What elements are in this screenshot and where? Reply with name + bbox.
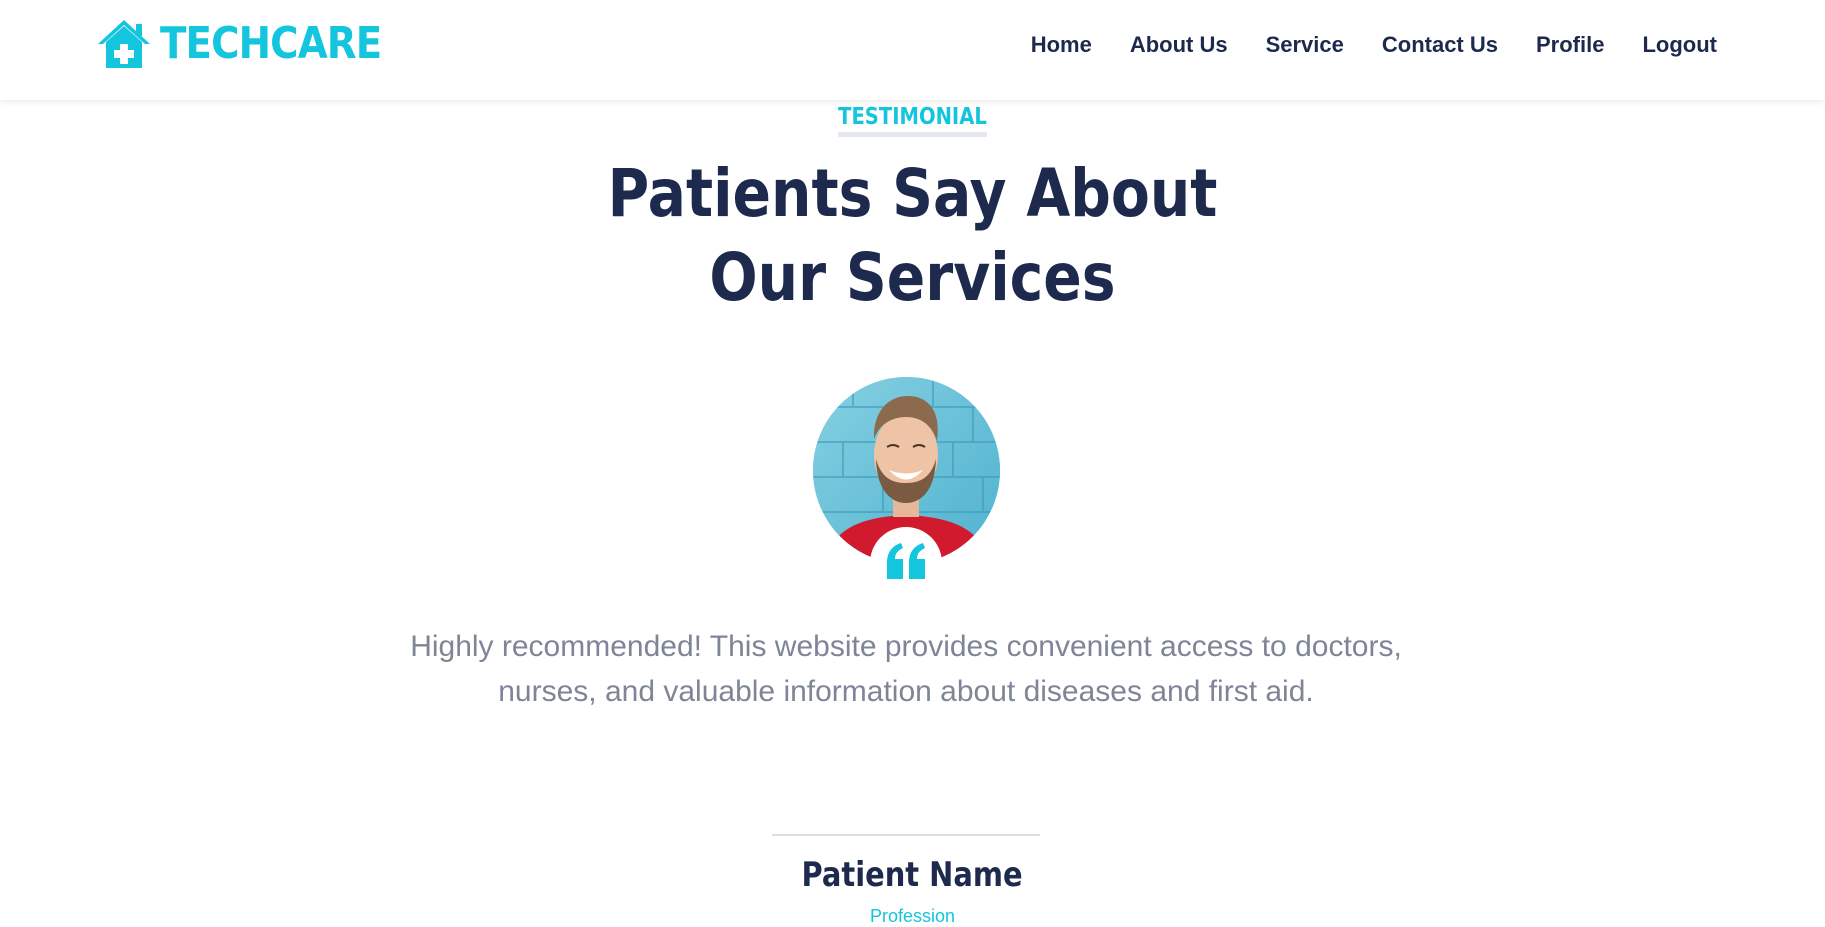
patient-name: Patient Name bbox=[0, 855, 1825, 895]
nav-profile[interactable]: Profile bbox=[1536, 32, 1604, 58]
divider bbox=[772, 834, 1040, 836]
nav-home[interactable]: Home bbox=[1031, 32, 1092, 58]
nav-contact-us[interactable]: Contact Us bbox=[1382, 32, 1498, 58]
patient-avatar-wrapper bbox=[813, 377, 1000, 599]
brand-logo[interactable]: TECHCARE bbox=[96, 18, 411, 70]
heading-line-2: Our Services bbox=[709, 239, 1116, 316]
main-nav: Home About Us Service Contact Us Profile… bbox=[1031, 0, 1717, 90]
nav-logout[interactable]: Logout bbox=[1642, 32, 1717, 58]
quote-left-icon bbox=[885, 542, 927, 584]
section-eyebrow: TESTIMONIAL bbox=[0, 104, 1825, 137]
patient-name-label: Patient Name bbox=[801, 855, 1024, 895]
eyebrow-label: TESTIMONIAL bbox=[838, 104, 987, 137]
testimonial-text: Highly recommended! This website provide… bbox=[410, 630, 1402, 708]
house-medical-icon bbox=[96, 18, 152, 70]
section-heading: Patients Say About Our Services bbox=[0, 152, 1825, 320]
heading-line-1: Patients Say About bbox=[607, 155, 1218, 232]
nav-service[interactable]: Service bbox=[1266, 32, 1344, 58]
navbar: TECHCARE Home About Us Service Contact U… bbox=[0, 0, 1825, 100]
brand-name: TECHCARE bbox=[160, 18, 382, 69]
quote-badge bbox=[870, 527, 942, 599]
nav-about-us[interactable]: About Us bbox=[1130, 32, 1228, 58]
